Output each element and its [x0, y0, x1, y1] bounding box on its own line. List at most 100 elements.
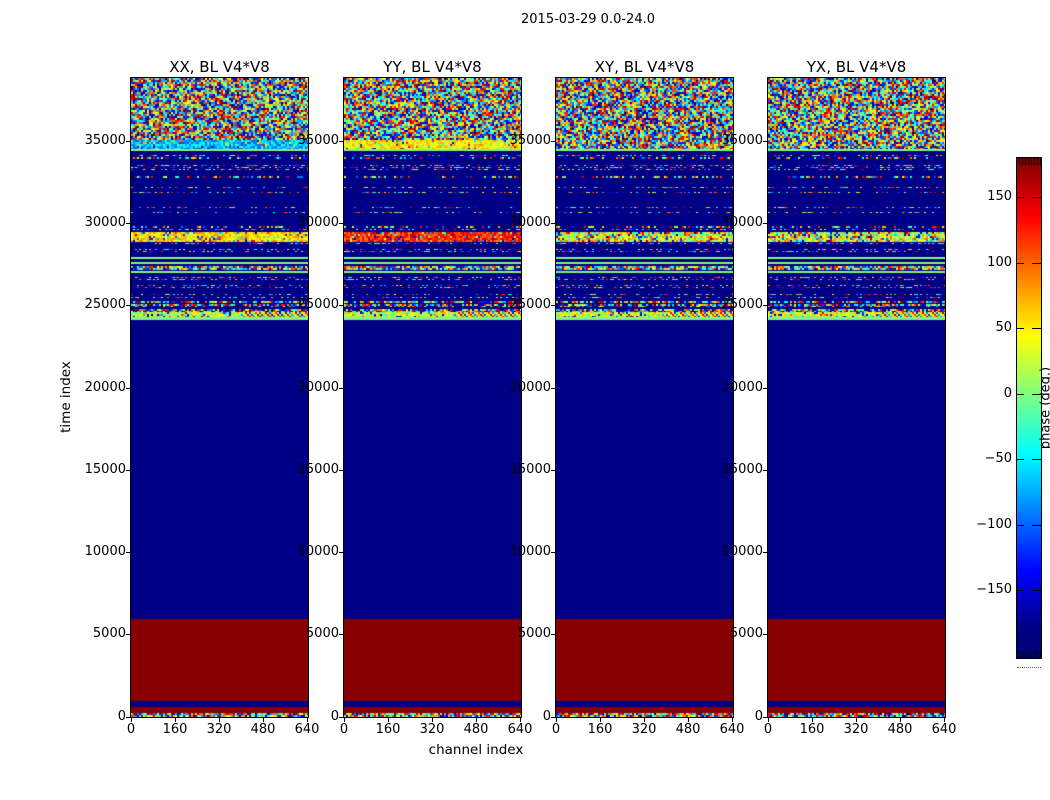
y-tick-label: 30000 — [297, 215, 339, 230]
colorbar-tick-label: −100 — [976, 517, 1012, 532]
y-axis-label: time index — [58, 361, 74, 433]
colorbar-tick-label: 150 — [987, 189, 1012, 204]
y-tick-label: 10000 — [84, 544, 126, 559]
colorbar-tick — [1032, 328, 1041, 329]
colorbar-tick — [1032, 263, 1041, 264]
x-axis-label: channel index — [428, 742, 524, 758]
x-tick-label: 320 — [843, 722, 869, 737]
heatmap-panel-xy — [555, 77, 734, 718]
x-tick-label: 480 — [675, 722, 701, 737]
y-tick-label: 20000 — [297, 380, 339, 395]
y-tick — [339, 223, 343, 224]
y-tick — [126, 552, 130, 553]
colorbar-tick — [1032, 590, 1041, 591]
y-tick-label: 0 — [117, 709, 126, 724]
panel-title-yy: YY, BL V4*V8 — [383, 58, 482, 76]
colorbar-tick — [1032, 394, 1041, 395]
y-tick — [339, 388, 343, 389]
y-tick-label: 10000 — [721, 544, 763, 559]
colorbar-tick-label: 100 — [987, 255, 1012, 270]
y-tick — [126, 634, 130, 635]
y-tick-label: 25000 — [721, 297, 763, 312]
y-tick — [763, 634, 767, 635]
y-tick-label: 30000 — [509, 215, 551, 230]
y-tick — [339, 717, 343, 718]
x-tick-label: 160 — [375, 722, 401, 737]
y-tick-label: 5000 — [729, 626, 763, 641]
colorbar-tick — [1017, 394, 1024, 395]
x-tick-label: 160 — [162, 722, 188, 737]
y-tick — [126, 470, 130, 471]
x-tick-label: 640 — [931, 722, 957, 737]
y-tick-label: 20000 — [509, 380, 551, 395]
y-tick-label: 20000 — [84, 380, 126, 395]
y-tick — [551, 717, 555, 718]
figure: 2015-03-29 0.0-24.0 channel index time i… — [0, 0, 1050, 800]
heatmap-panel-yy — [343, 77, 522, 718]
figure-title: 2015-03-29 0.0-24.0 — [521, 12, 655, 27]
colorbar-tick — [1032, 197, 1041, 198]
y-tick — [763, 470, 767, 471]
y-tick-label: 35000 — [84, 133, 126, 148]
y-tick — [339, 305, 343, 306]
y-tick-label: 15000 — [84, 462, 126, 477]
y-tick — [551, 388, 555, 389]
y-tick-label: 30000 — [84, 215, 126, 230]
x-tick-label: 480 — [250, 722, 276, 737]
y-tick-label: 35000 — [721, 133, 763, 148]
colorbar-tick — [1017, 459, 1024, 460]
panel-title-xy: XY, BL V4*V8 — [594, 58, 695, 76]
y-tick-label: 10000 — [509, 544, 551, 559]
x-tick-label: 480 — [463, 722, 489, 737]
y-tick — [339, 552, 343, 553]
colorbar-tick-label: −50 — [984, 451, 1012, 466]
y-tick — [763, 305, 767, 306]
y-tick-label: 15000 — [297, 462, 339, 477]
y-tick — [551, 223, 555, 224]
y-tick — [763, 141, 767, 142]
y-tick-label: 25000 — [509, 297, 551, 312]
y-tick — [551, 552, 555, 553]
y-tick-label: 15000 — [509, 462, 551, 477]
colorbar-tick — [1017, 263, 1024, 264]
y-tick — [126, 223, 130, 224]
x-tick-label: 480 — [887, 722, 913, 737]
panel-title-yx: YX, BL V4*V8 — [806, 58, 907, 76]
colorbar-tick — [1017, 590, 1024, 591]
y-tick — [339, 141, 343, 142]
y-tick — [763, 388, 767, 389]
y-tick — [339, 470, 343, 471]
x-tick-label: 320 — [419, 722, 445, 737]
y-tick-label: 20000 — [721, 380, 763, 395]
y-tick-label: 25000 — [297, 297, 339, 312]
y-tick — [126, 141, 130, 142]
x-tick-label: 160 — [799, 722, 825, 737]
y-tick-label: 5000 — [305, 626, 339, 641]
y-tick — [339, 634, 343, 635]
x-tick-label: 160 — [587, 722, 613, 737]
y-tick-label: 10000 — [297, 544, 339, 559]
y-tick — [551, 634, 555, 635]
y-tick — [763, 717, 767, 718]
y-tick-label: 0 — [330, 709, 339, 724]
y-tick-label: 30000 — [721, 215, 763, 230]
y-tick — [551, 141, 555, 142]
colorbar-tick-label: 0 — [1003, 386, 1012, 401]
y-tick-label: 5000 — [92, 626, 126, 641]
colorbar-tick — [1017, 328, 1024, 329]
y-tick — [551, 305, 555, 306]
y-tick-label: 15000 — [721, 462, 763, 477]
colorbar-tick — [1032, 525, 1041, 526]
y-tick-label: 5000 — [517, 626, 551, 641]
colorbar-label: phase (deg.) — [1038, 366, 1050, 450]
x-tick-label: 320 — [206, 722, 232, 737]
heatmap-panel-xx — [130, 77, 309, 718]
panel-title-xx: XX, BL V4*V8 — [169, 58, 270, 76]
heatmap-panel-yx — [767, 77, 946, 718]
y-tick — [763, 552, 767, 553]
y-tick-label: 0 — [754, 709, 763, 724]
x-tick-label: 320 — [631, 722, 657, 737]
y-tick — [126, 388, 130, 389]
colorbar-tick — [1017, 197, 1024, 198]
y-tick — [763, 223, 767, 224]
